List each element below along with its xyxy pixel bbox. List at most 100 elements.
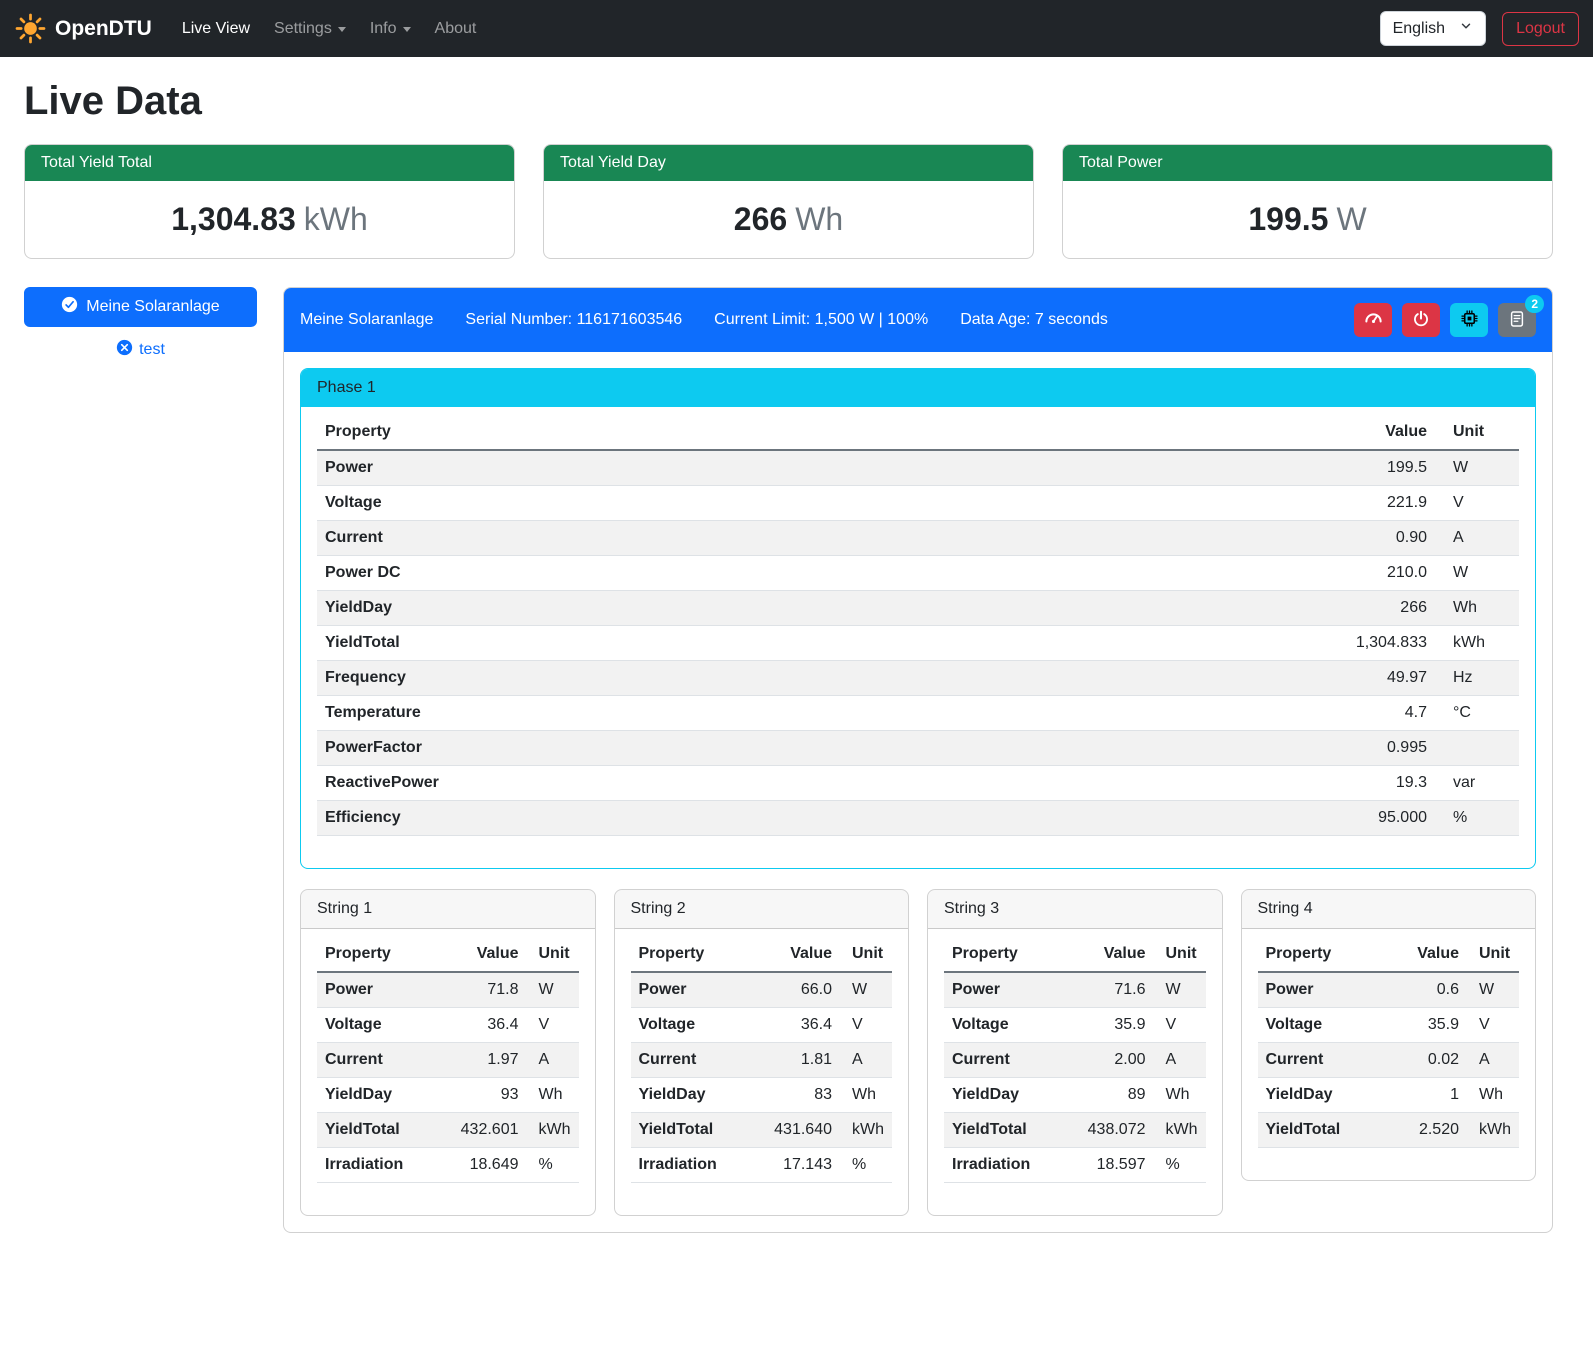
unit-cell: % [1435, 801, 1519, 836]
total-yield-day-card: Total Yield Day 266Wh [543, 144, 1034, 259]
inverter-select-test-button[interactable]: test [116, 339, 165, 361]
unit-cell: W [527, 972, 579, 1008]
logout-button[interactable]: Logout [1502, 12, 1579, 46]
unit-cell: kWh [1467, 1113, 1519, 1148]
inverter-select-active-button[interactable]: Meine Solaranlage [24, 287, 257, 327]
total-yield-total-card: Total Yield Total 1,304.83kWh [24, 144, 515, 259]
inverter-select-label: Meine Solaranlage [86, 298, 219, 316]
value-cell: 35.9 [1062, 1008, 1154, 1043]
chevron-down-icon [1459, 19, 1473, 38]
table-header-row: Property Value Unit [317, 937, 579, 972]
value-cell: 266 [986, 591, 1435, 626]
value-cell: 2.520 [1375, 1113, 1467, 1148]
event-log-button[interactable]: 2 [1498, 303, 1536, 337]
col-value: Value [986, 415, 1435, 450]
col-unit: Unit [840, 937, 892, 972]
property-cell: YieldTotal [317, 626, 986, 661]
value-cell: 0.6 [1375, 972, 1467, 1008]
unit-cell: V [840, 1008, 892, 1043]
unit-cell: V [1467, 1008, 1519, 1043]
caret-down-icon [338, 27, 346, 32]
property-cell: PowerFactor [317, 731, 986, 766]
unit-cell: % [840, 1148, 892, 1183]
col-value: Value [435, 937, 527, 972]
property-cell: Voltage [317, 486, 986, 521]
col-value: Value [1375, 937, 1467, 972]
table-row: YieldDay1Wh [1258, 1078, 1520, 1113]
value-cell: 66.0 [748, 972, 840, 1008]
brand[interactable]: OpenDTU [14, 12, 152, 45]
string-body: Property Value Unit Power71.6WVoltage35.… [928, 929, 1222, 1215]
property-cell: Voltage [317, 1008, 435, 1043]
unit-cell: V [1154, 1008, 1206, 1043]
value-cell: 36.4 [748, 1008, 840, 1043]
nav-item-settings[interactable]: Settings [262, 12, 358, 46]
table-row: Power0.6W [1258, 972, 1520, 1008]
power-button[interactable] [1402, 303, 1440, 337]
unit-cell: W [840, 972, 892, 1008]
property-cell: YieldTotal [944, 1113, 1062, 1148]
inverter-card-header: Meine Solaranlage Serial Number: 1161716… [284, 288, 1552, 352]
unit-cell: % [527, 1148, 579, 1183]
table-row: Current1.81A [631, 1043, 893, 1078]
card-value: 199.5W [1063, 181, 1552, 258]
inverter-actions: 2 [1354, 303, 1536, 337]
value-cell: 431.640 [748, 1113, 840, 1148]
inverter-name: Meine Solaranlage [300, 311, 433, 329]
device-info-button[interactable] [1450, 303, 1488, 337]
table-row: Voltage36.4V [631, 1008, 893, 1043]
property-cell: Current [631, 1043, 749, 1078]
unit-cell: A [1467, 1043, 1519, 1078]
card-value: 1,304.83kWh [25, 181, 514, 258]
property-cell: YieldDay [317, 591, 986, 626]
table-header-row: Property Value Unit [944, 937, 1206, 972]
serial-number: Serial Number: 116171603546 [465, 311, 682, 329]
value-cell: 35.9 [1375, 1008, 1467, 1043]
string-4-table-body: Power0.6WVoltage35.9VCurrent0.02AYieldDa… [1258, 972, 1520, 1148]
unit-cell: V [527, 1008, 579, 1043]
property-cell: Irradiation [631, 1148, 749, 1183]
language-value: English [1393, 20, 1445, 38]
table-row: Current1.97A [317, 1043, 579, 1078]
table-header-row: Property Value Unit [631, 937, 893, 972]
limit-settings-button[interactable] [1354, 303, 1392, 337]
language-select[interactable]: English [1380, 11, 1486, 46]
property-cell: Power [317, 450, 986, 486]
string-body: Property Value Unit Power66.0WVoltage36.… [615, 929, 909, 1215]
col-property: Property [317, 937, 435, 972]
value-cell: 18.597 [1062, 1148, 1154, 1183]
check-circle-icon [61, 296, 78, 318]
property-cell: YieldTotal [1258, 1113, 1376, 1148]
nav-item-about[interactable]: About [423, 12, 489, 46]
value-cell: 221.9 [986, 486, 1435, 521]
value-cell: 93 [435, 1078, 527, 1113]
col-unit: Unit [1467, 937, 1519, 972]
property-cell: Efficiency [317, 801, 986, 836]
unit-cell: % [1154, 1148, 1206, 1183]
inverter-card: Meine Solaranlage Serial Number: 1161716… [283, 287, 1553, 1233]
unit: kWh [304, 201, 368, 237]
value-cell: 2.00 [1062, 1043, 1154, 1078]
table-row: Voltage36.4V [317, 1008, 579, 1043]
table-row: YieldDay93Wh [317, 1078, 579, 1113]
table-row: Power199.5W [317, 450, 1519, 486]
value: 199.5 [1248, 201, 1328, 237]
table-row: YieldTotal2.520kWh [1258, 1113, 1520, 1148]
content-row: Meine Solaranlage test Meine Solaranlage… [24, 287, 1553, 1233]
col-unit: Unit [527, 937, 579, 972]
value-cell: 1.97 [435, 1043, 527, 1078]
col-value: Value [1062, 937, 1154, 972]
nav-item-live-view[interactable]: Live View [170, 12, 262, 46]
unit-cell: Wh [840, 1078, 892, 1113]
string-1-table: Property Value Unit Power71.8WVoltage36.… [317, 937, 579, 1183]
table-row: YieldTotal438.072kWh [944, 1113, 1206, 1148]
value-cell: 1 [1375, 1078, 1467, 1113]
property-cell: Power [944, 972, 1062, 1008]
summary-row: Total Yield Total 1,304.83kWh Total Yiel… [24, 144, 1553, 259]
speedometer-icon [1364, 309, 1383, 331]
table-header-row: Property Value Unit [1258, 937, 1520, 972]
table-row: Power71.8W [317, 972, 579, 1008]
unit-cell: var [1435, 766, 1519, 801]
nav-item-info[interactable]: Info [358, 12, 423, 46]
value-cell: 0.90 [986, 521, 1435, 556]
